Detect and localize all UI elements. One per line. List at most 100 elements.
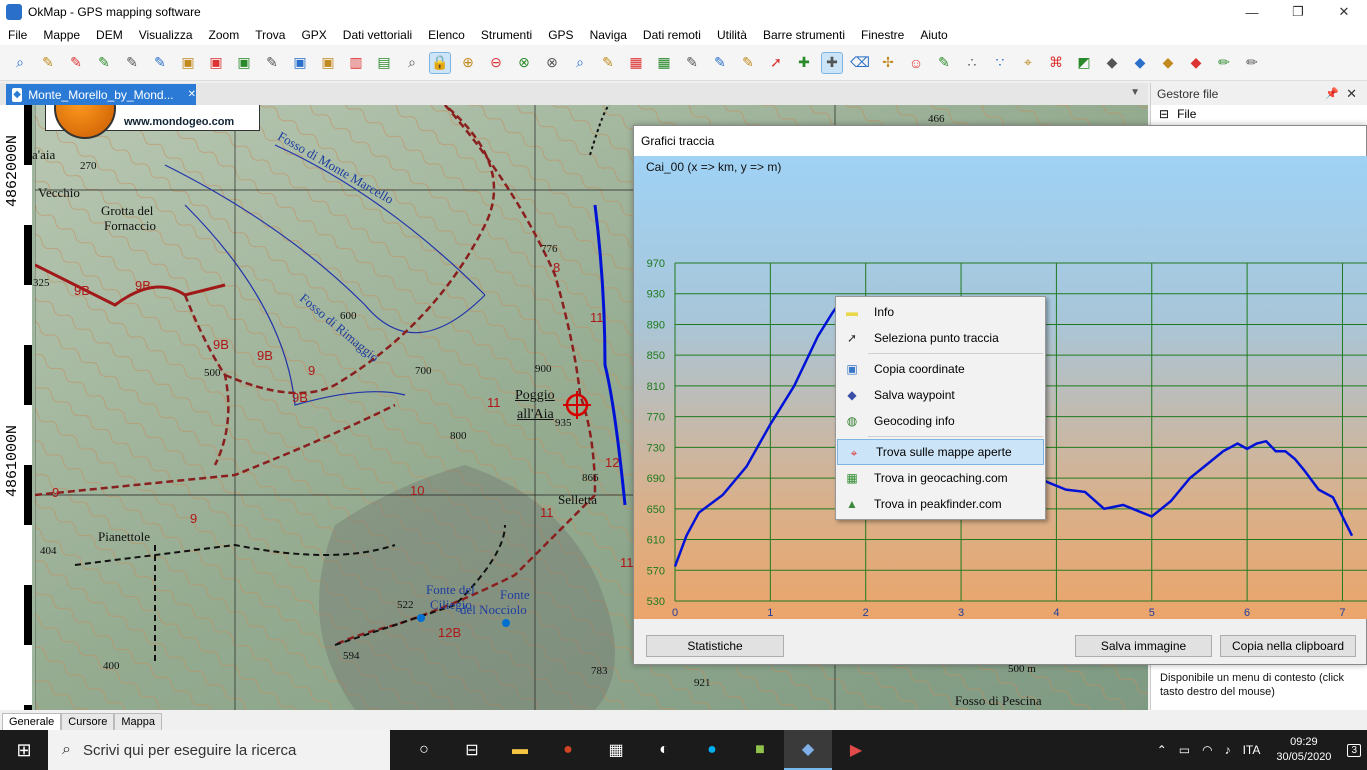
toolbar-tool-17-icon[interactable]: ⊕: [457, 52, 479, 74]
calculator-icon[interactable]: ▦: [592, 730, 640, 770]
menu-dati-vettoriali[interactable]: Dati vettoriali: [335, 28, 420, 42]
toolbar-tool-8-icon[interactable]: ▣: [205, 52, 227, 74]
document-tab[interactable]: ◆ Monte_Morello_by_Mond... ✕: [6, 84, 196, 105]
toolbar-tool-27-icon[interactable]: ✎: [737, 52, 759, 74]
toolbar-tool-35-icon[interactable]: ∴: [961, 52, 983, 74]
menu-file[interactable]: File: [0, 28, 35, 42]
notifications-icon[interactable]: 3: [1347, 743, 1361, 757]
bottom-tab-generale[interactable]: Generale: [2, 713, 62, 730]
toolbar-tool-44-icon[interactable]: ✏: [1213, 52, 1235, 74]
toolbar-tool-23-icon[interactable]: ▦: [625, 52, 647, 74]
toolbar-tool-26-icon[interactable]: ✎: [709, 52, 731, 74]
statistics-button[interactable]: Statistiche: [646, 635, 784, 657]
toolbar-tool-7-icon[interactable]: ▣: [177, 52, 199, 74]
toolbar-tool-4-icon[interactable]: ✎: [93, 52, 115, 74]
wifi-icon[interactable]: ◠: [1202, 743, 1212, 757]
ctx-item-copia-coordinate[interactable]: ▣ Copia coordinate: [836, 356, 1045, 382]
toolbar-tool-37-icon[interactable]: ⌖: [1017, 52, 1039, 74]
steam-icon[interactable]: ◐: [640, 730, 688, 770]
toolbar-tool-22-icon[interactable]: ✎: [597, 52, 619, 74]
toolbar-tool-11-icon[interactable]: ▣: [289, 52, 311, 74]
toolbar-tool-31-icon[interactable]: ⌫: [849, 52, 871, 74]
toolbar-tool-2-icon[interactable]: ✎: [37, 52, 59, 74]
menu-barre-strumenti[interactable]: Barre strumenti: [755, 28, 853, 42]
ctx-item-trova-in-peakfinder-com[interactable]: ▲ Trova in peakfinder.com: [836, 491, 1045, 517]
menu-strumenti[interactable]: Strumenti: [473, 28, 540, 42]
menu-gps[interactable]: GPS: [540, 28, 581, 42]
menu-gpx[interactable]: GPX: [293, 28, 334, 42]
volume-icon[interactable]: ♪: [1225, 743, 1231, 757]
toolbar-tool-45-icon[interactable]: ✏: [1241, 52, 1263, 74]
toolbar-tool-9-icon[interactable]: ▣: [233, 52, 255, 74]
menu-finestre[interactable]: Finestre: [853, 28, 912, 42]
taskbar-clock[interactable]: 09:29 30/05/2020: [1276, 735, 1331, 765]
toolbar-tool-20-icon[interactable]: ⊗: [541, 52, 563, 74]
toolbar-tool-3-icon[interactable]: ✎: [65, 52, 87, 74]
toolbar-tool-36-icon[interactable]: ∵: [989, 52, 1011, 74]
menu-mappe[interactable]: Mappe: [35, 28, 88, 42]
powerpoint-icon[interactable]: ●: [544, 730, 592, 770]
notepad-icon[interactable]: ■: [736, 730, 784, 770]
menu-naviga[interactable]: Naviga: [582, 28, 635, 42]
start-button[interactable]: ⊞: [0, 730, 48, 770]
skype-icon[interactable]: ●: [688, 730, 736, 770]
toolbar-tool-28-icon[interactable]: ➚: [765, 52, 787, 74]
ctx-item-geocoding-info[interactable]: ◍ Geocoding info: [836, 408, 1045, 434]
close-tab-icon[interactable]: ✕: [188, 89, 196, 100]
tab-dropdown-icon[interactable]: ▼: [1130, 87, 1140, 98]
ctx-item-salva-waypoint[interactable]: ◆ Salva waypoint: [836, 382, 1045, 408]
panel-close-icon[interactable]: ✕: [1346, 86, 1357, 102]
bottom-tab-cursore[interactable]: Cursore: [61, 713, 115, 730]
menu-dati-remoti[interactable]: Dati remoti: [635, 28, 709, 42]
media-player-icon[interactable]: ▶: [832, 730, 880, 770]
toolbar-tool-38-icon[interactable]: ⌘: [1045, 52, 1067, 74]
toolbar-tool-1-icon[interactable]: ⌕: [9, 52, 31, 74]
bottom-tab-mappa[interactable]: Mappa: [114, 713, 163, 730]
language-indicator[interactable]: ITA: [1243, 743, 1261, 757]
ctx-item-trova-sulle-mappe-aperte[interactable]: ⌖ Trova sulle mappe aperte: [837, 439, 1044, 465]
toolbar-tool-12-icon[interactable]: ▣: [317, 52, 339, 74]
battery-icon[interactable]: ▭: [1179, 743, 1190, 757]
task-view-icon[interactable]: ○: [400, 730, 448, 770]
menu-zoom[interactable]: Zoom: [201, 28, 248, 42]
menu-utilit-[interactable]: Utilità: [709, 28, 755, 42]
restore-button[interactable]: ❐: [1275, 0, 1321, 24]
toolbar-tool-10-icon[interactable]: ✎: [261, 52, 283, 74]
toolbar-tool-24-icon[interactable]: ▦: [653, 52, 675, 74]
toolbar-tool-5-icon[interactable]: ✎: [121, 52, 143, 74]
close-button[interactable]: ✕: [1321, 0, 1367, 24]
toolbar-tool-14-icon[interactable]: ▤: [373, 52, 395, 74]
toolbar-tool-25-icon[interactable]: ✎: [681, 52, 703, 74]
timeline-icon[interactable]: ⊟: [448, 730, 496, 770]
menu-dem[interactable]: DEM: [88, 28, 131, 42]
menu-visualizza[interactable]: Visualizza: [131, 28, 201, 42]
toolbar-tool-34-icon[interactable]: ✎: [933, 52, 955, 74]
toolbar-tool-18-icon[interactable]: ⊖: [485, 52, 507, 74]
toolbar-tool-33-icon[interactable]: ☺: [905, 52, 927, 74]
toolbar-tool-30-icon[interactable]: ✚: [821, 51, 843, 74]
toolbar-tool-6-icon[interactable]: ✎: [149, 52, 171, 74]
toolbar-tool-39-icon[interactable]: ◩: [1073, 52, 1095, 74]
minimize-button[interactable]: —: [1229, 0, 1275, 24]
ctx-item-seleziona-punto-traccia[interactable]: ➚ Seleziona punto traccia: [836, 325, 1045, 351]
toolbar-tool-19-icon[interactable]: ⊗: [513, 52, 535, 74]
pin-icon[interactable]: 📌: [1325, 87, 1339, 100]
taskbar-search[interactable]: ⌕ Scrivi qui per eseguire la ricerca: [48, 730, 390, 770]
toolbar-tool-40-icon[interactable]: ◆: [1101, 52, 1123, 74]
toolbar-tool-43-icon[interactable]: ◆: [1185, 52, 1207, 74]
file-explorer-icon[interactable]: ▬: [496, 730, 544, 770]
toolbar-tool-15-icon[interactable]: ⌕: [401, 52, 423, 74]
toolbar-tool-29-icon[interactable]: ✚: [793, 52, 815, 74]
copy-clipboard-button[interactable]: Copia nella clipboard: [1220, 635, 1356, 657]
toolbar-tool-32-icon[interactable]: ✢: [877, 52, 899, 74]
okmap-taskbar-icon[interactable]: ◆: [784, 730, 832, 770]
ctx-item-info[interactable]: ▬ Info: [836, 299, 1045, 325]
menu-trova[interactable]: Trova: [247, 28, 293, 42]
menu-elenco[interactable]: Elenco: [420, 28, 473, 42]
menu-aiuto[interactable]: Aiuto: [912, 28, 955, 42]
tree-expander-icon[interactable]: ⊟: [1159, 107, 1169, 121]
save-image-button[interactable]: Salva immagine: [1075, 635, 1212, 657]
toolbar-tool-21-icon[interactable]: ⌕: [569, 52, 591, 74]
toolbar-tool-42-icon[interactable]: ◆: [1157, 52, 1179, 74]
ctx-item-trova-in-geocaching-com[interactable]: ▦ Trova in geocaching.com: [836, 465, 1045, 491]
